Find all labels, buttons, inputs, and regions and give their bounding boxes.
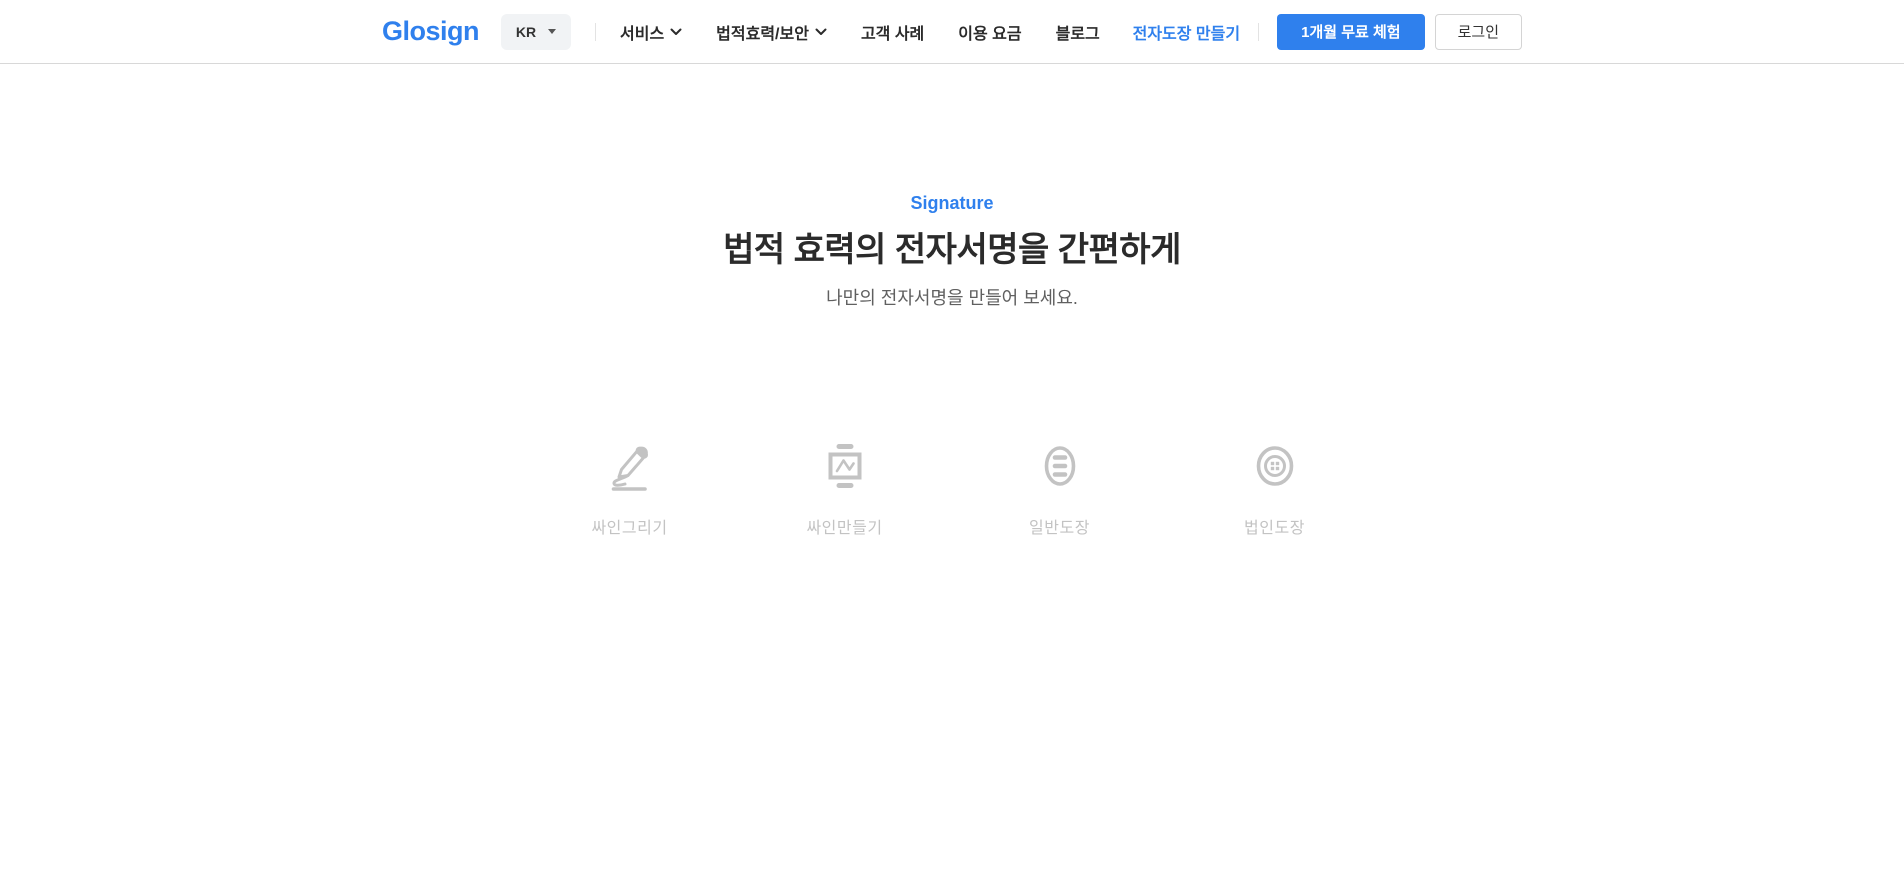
login-button[interactable]: 로그인	[1434, 13, 1522, 50]
signature-options-row: 싸인그리기 싸인만들기 일반도장 법인도장	[0, 442, 1904, 538]
nav-item-services[interactable]: 서비스	[620, 20, 682, 44]
option-draw-sign[interactable]: 싸인그리기	[522, 442, 737, 538]
hero-eyebrow: Signature	[910, 193, 994, 213]
language-selector[interactable]: KR	[501, 13, 571, 50]
option-label: 일반도장	[1029, 519, 1090, 537]
nav-item-label: 서비스	[620, 25, 665, 43]
hero-section: Signature 법적 효력의 전자서명을 간편하게 나만의 전자서명을 만들…	[0, 64, 1904, 538]
option-make-sign[interactable]: 싸인만들기	[737, 442, 952, 538]
chevron-down-icon	[815, 28, 827, 35]
hero-subtitle: 나만의 전자서명을 만들어 보세요.	[826, 287, 1078, 308]
make-estamp-link[interactable]: 전자도장 만들기	[1133, 20, 1241, 44]
corporate-stamp-icon	[1250, 442, 1300, 492]
main-nav: 서비스 법적효력/보안 고객 사례 이용 요금 블로그	[620, 20, 1100, 44]
glosign-logo[interactable]: Glosign	[382, 18, 480, 45]
option-label: 싸인그리기	[591, 519, 668, 537]
header-actions: 전자도장 만들기 1개월 무료 체험 로그인	[1133, 13, 1522, 50]
header-divider	[595, 22, 596, 41]
chevron-down-icon	[670, 28, 682, 35]
header-divider	[1258, 22, 1260, 41]
option-label: 법인도장	[1244, 519, 1305, 537]
header: Glosign KR 서비스 법적효력/보안 고객 사례 이용 요금 블로그 전…	[0, 0, 1904, 64]
nav-item-label: 법적효력/보안	[716, 25, 809, 43]
header-container: Glosign KR 서비스 법적효력/보안 고객 사례 이용 요금 블로그 전…	[382, 0, 1522, 63]
option-corporate-stamp[interactable]: 법인도장	[1167, 442, 1382, 538]
nav-item-customer-cases[interactable]: 고객 사례	[861, 20, 924, 44]
nav-item-legal-security[interactable]: 법적효력/보안	[716, 20, 827, 44]
draw-sign-icon	[605, 442, 655, 492]
nav-item-blog[interactable]: 블로그	[1056, 20, 1100, 44]
nav-item-pricing[interactable]: 이용 요금	[958, 20, 1021, 44]
free-trial-button[interactable]: 1개월 무료 체험	[1277, 13, 1425, 50]
option-round-stamp[interactable]: 일반도장	[952, 442, 1167, 538]
caret-down-icon	[548, 29, 557, 34]
option-label: 싸인만들기	[806, 519, 883, 537]
make-sign-icon	[820, 442, 870, 492]
nav-item-label: 고객 사례	[860, 25, 925, 43]
nav-item-label: 이용 요금	[958, 25, 1022, 43]
language-code: KR	[515, 23, 537, 40]
round-stamp-icon	[1035, 442, 1085, 492]
nav-item-label: 블로그	[1055, 25, 1100, 43]
page-title: 법적 효력의 전자서명을 간편하게	[723, 231, 1181, 269]
